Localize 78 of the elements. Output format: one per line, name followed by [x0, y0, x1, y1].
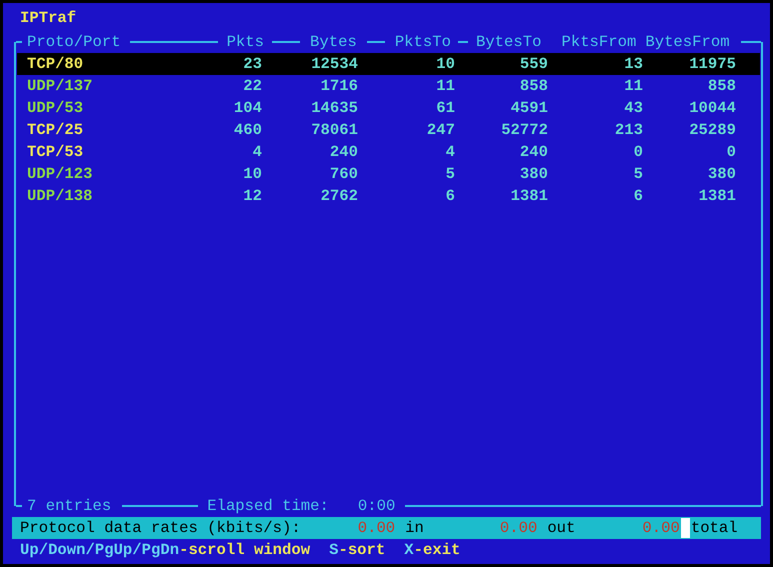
table-cell-text: 22 [242, 76, 262, 97]
table-cell-text: 4591 [510, 98, 548, 119]
table-row[interactable]: UDP/137 22 1716 11 858 11 858 [17, 75, 760, 97]
table-row[interactable]: UDP/123 10 760 5 380 5 380 [17, 163, 760, 185]
table-cell-text: 104 [232, 98, 262, 119]
table-cell-text: 12534 [310, 54, 358, 75]
column-header: PktsFrom [561, 32, 636, 53]
column-header: Bytes [310, 32, 357, 53]
table-cell-text: UDP/123 [27, 164, 94, 185]
table-cell-text: 1381 [510, 186, 548, 207]
table-cell-text: UDP/137 [27, 76, 94, 97]
table-cell-text: 4 [252, 142, 262, 163]
table-cell-text: 52772 [500, 120, 548, 141]
table-cell-text: 213 [614, 120, 643, 141]
table-cell-text: 10044 [688, 98, 736, 119]
text-cursor [680, 518, 690, 538]
table-cell-text: UDP/138 [27, 186, 94, 207]
rate-value: 0.00 [500, 518, 538, 539]
table-cell-text: 13 [623, 54, 643, 75]
table-cell-text: 380 [518, 164, 548, 185]
table-cell-text: 10 [242, 164, 262, 185]
table-cell-text: 6 [444, 186, 455, 207]
rate-unit: total [690, 518, 738, 539]
elapsed-label: Elapsed time: [207, 496, 329, 517]
entry-count: 7 entries [27, 496, 112, 517]
table-cell-text: 11975 [688, 54, 736, 75]
rate-value: 0.00 [642, 518, 680, 539]
rate-unit: out [547, 518, 576, 539]
table-cell-text: 460 [232, 120, 262, 141]
table-cell-text: 4 [444, 142, 455, 163]
table-cell-text: 5 [444, 164, 455, 185]
table-cell-text: 5 [632, 164, 643, 185]
table-cell-text: 11 [623, 76, 643, 97]
table-cell-text: 380 [706, 164, 736, 185]
table-cell-text: 858 [706, 76, 736, 97]
table-cell-text: 760 [328, 164, 358, 185]
table-cell-text: 25289 [688, 120, 736, 141]
table-cell-text: 240 [518, 142, 548, 163]
table-row[interactable]: UDP/53 104 14635 61 4591 43 10044 [17, 97, 760, 119]
rate-value: 0.00 [358, 518, 396, 539]
table-cell-text: TCP/53 [27, 142, 84, 163]
table-row[interactable]: TCP/25 460 78061 247 52772 213 25289 [17, 119, 760, 141]
window-title: IPTraf [20, 9, 76, 27]
table-cell-text: 78061 [310, 120, 358, 141]
table-cell-text: 11 [435, 76, 455, 97]
table-cell-text: 6 [632, 186, 643, 207]
column-header: BytesFrom [645, 32, 730, 53]
table-cell-text: 0 [632, 142, 643, 163]
table-row[interactable]: UDP/138 12 2762 6 1381 6 1381 [17, 185, 760, 207]
table-row[interactable]: TCP/80 23 12534 10 559 13 11975 [17, 53, 760, 75]
table-cell-text: 1716 [320, 76, 358, 97]
table-cell-text: 240 [328, 142, 358, 163]
column-header: Pkts [226, 32, 264, 53]
elapsed-time: 0:00 [358, 496, 396, 517]
key-hint: X-exit [404, 540, 460, 561]
table-cell-text: 61 [435, 98, 455, 119]
key-hint: S-sort [329, 540, 386, 561]
table-cell-text: 2762 [320, 186, 358, 207]
table-cell-text: 247 [426, 120, 455, 141]
table-cell-text: 43 [623, 98, 643, 119]
table-cell-text: UDP/53 [27, 98, 84, 119]
table-cell-text: TCP/25 [27, 120, 84, 141]
rate-unit: in [405, 518, 424, 539]
rates-label: Protocol data rates (kbits/s): [20, 518, 301, 539]
table-cell-text: 0 [726, 142, 736, 163]
table-cell-text: TCP/80 [27, 54, 84, 75]
column-header: Proto/Port [27, 32, 121, 53]
table-cell-text: 1381 [698, 186, 736, 207]
key-hint: Up/Down/PgUp/PgDn-scroll window [20, 540, 310, 561]
table-row[interactable]: TCP/53 4 240 4 240 0 0 [17, 141, 760, 163]
table-cell-text: 14635 [310, 98, 358, 119]
table-cell-text: 10 [435, 54, 455, 75]
table-cell-text: 23 [242, 54, 262, 75]
column-header: PktsTo [394, 32, 451, 53]
table-cell-text: 858 [518, 76, 548, 97]
table-cell-text: 559 [518, 54, 548, 75]
column-header: BytesTo [476, 32, 542, 53]
table-cell-text: 12 [242, 186, 262, 207]
